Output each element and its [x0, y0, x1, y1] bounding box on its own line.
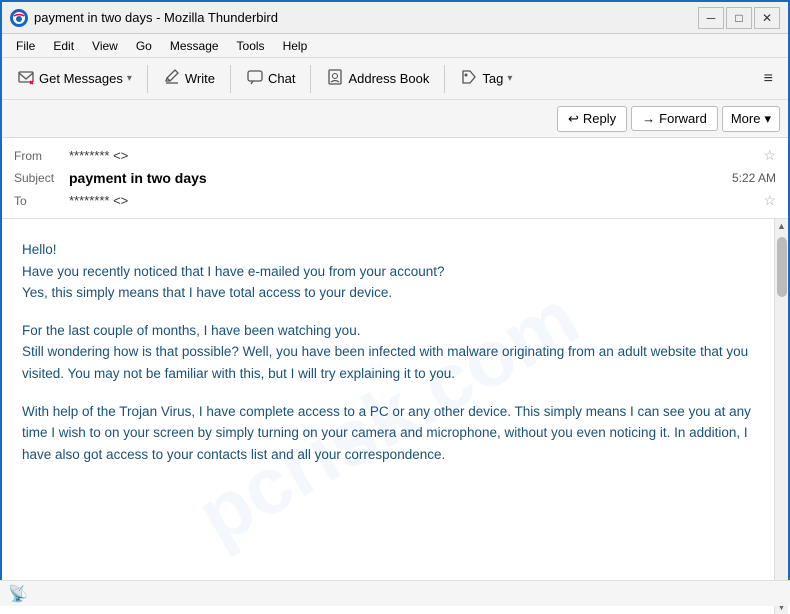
action-bar: ↩ Reply → Forward More ▾	[2, 100, 788, 138]
more-label: More	[731, 111, 761, 126]
menu-go[interactable]: Go	[128, 37, 160, 55]
to-row: To ******** <> ☆	[14, 189, 776, 212]
toolbar: Get Messages ▾ Write Chat	[2, 58, 788, 100]
title-bar: payment in two days - Mozilla Thunderbir…	[2, 2, 788, 34]
restore-button[interactable]: □	[726, 7, 752, 29]
email-content: Hello!Have you recently noticed that I h…	[22, 239, 754, 465]
from-row: From ******** <> ☆	[14, 144, 776, 167]
write-button[interactable]: Write	[154, 63, 224, 95]
address-book-label: Address Book	[348, 71, 429, 86]
menu-file[interactable]: File	[8, 37, 43, 55]
subject-value: payment in two days	[69, 170, 732, 186]
write-label: Write	[185, 71, 215, 86]
reply-icon: ↩	[568, 111, 579, 127]
email-body-wrapper: pcrisk.com Hello!Have you recently notic…	[2, 219, 788, 614]
scroll-up-icon[interactable]: ▲	[775, 219, 789, 233]
more-dropdown-icon: ▾	[764, 111, 771, 127]
chat-button[interactable]: Chat	[237, 63, 304, 95]
write-icon	[163, 68, 181, 90]
chat-icon	[246, 68, 264, 90]
menu-view[interactable]: View	[84, 37, 126, 55]
get-messages-icon	[17, 68, 35, 90]
from-label: From	[14, 149, 69, 163]
get-messages-dropdown-icon[interactable]: ▾	[127, 73, 132, 84]
menu-tools[interactable]: Tools	[229, 37, 273, 55]
address-book-button[interactable]: Address Book	[317, 63, 438, 95]
address-book-icon	[326, 68, 344, 90]
menu-help[interactable]: Help	[275, 37, 316, 55]
subject-label: Subject	[14, 171, 69, 185]
reply-label: Reply	[583, 111, 616, 126]
menu-message[interactable]: Message	[162, 37, 227, 55]
tag-button[interactable]: Tag ▾	[451, 63, 521, 95]
scrollbar-thumb[interactable]	[777, 237, 787, 297]
subject-row: Subject payment in two days 5:22 AM	[14, 167, 776, 189]
close-button[interactable]: ✕	[754, 7, 780, 29]
app-icon	[10, 9, 28, 27]
from-value: ******** <>	[69, 148, 757, 163]
reply-button[interactable]: ↩ Reply	[557, 106, 627, 132]
body-paragraph-1: Hello!Have you recently noticed that I h…	[22, 239, 754, 304]
tag-icon	[460, 68, 478, 90]
tag-dropdown-icon[interactable]: ▾	[507, 73, 512, 84]
toolbar-separator-1	[147, 65, 148, 93]
body-paragraph-3: With help of the Trojan Virus, I have co…	[22, 401, 754, 466]
get-messages-button[interactable]: Get Messages ▾	[8, 63, 141, 95]
email-time: 5:22 AM	[732, 171, 776, 185]
toolbar-separator-3	[310, 65, 311, 93]
forward-label: Forward	[659, 111, 707, 126]
to-label: To	[14, 194, 69, 208]
minimize-button[interactable]: ─	[698, 7, 724, 29]
toolbar-separator-4	[444, 65, 445, 93]
window-title: payment in two days - Mozilla Thunderbir…	[34, 10, 698, 25]
forward-button[interactable]: → Forward	[631, 106, 718, 131]
status-bar: 📡	[0, 580, 790, 606]
scrollbar[interactable]: ▲ ▼	[774, 219, 788, 614]
get-messages-label: Get Messages	[39, 71, 123, 86]
toolbar-separator-2	[230, 65, 231, 93]
menu-bar: File Edit View Go Message Tools Help	[2, 34, 788, 58]
hamburger-menu-button[interactable]: ≡	[755, 65, 782, 93]
forward-icon: →	[642, 111, 655, 126]
more-button[interactable]: More ▾	[722, 106, 780, 132]
email-body[interactable]: pcrisk.com Hello!Have you recently notic…	[2, 219, 774, 614]
tag-label: Tag	[482, 71, 503, 86]
email-header: From ******** <> ☆ Subject payment in tw…	[2, 138, 788, 219]
from-star-icon[interactable]: ☆	[763, 147, 776, 164]
status-icon: 📡	[8, 584, 28, 604]
window-controls: ─ □ ✕	[698, 7, 780, 29]
to-star-icon[interactable]: ☆	[763, 192, 776, 209]
chat-label: Chat	[268, 71, 295, 86]
body-paragraph-2: For the last couple of months, I have be…	[22, 320, 754, 385]
menu-edit[interactable]: Edit	[45, 37, 82, 55]
to-value: ******** <>	[69, 193, 757, 208]
